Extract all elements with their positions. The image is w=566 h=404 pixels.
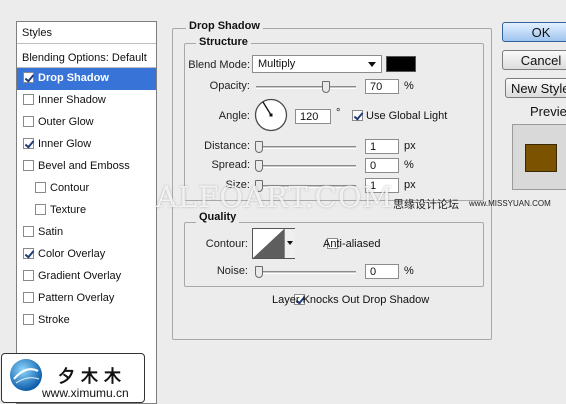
spread-unit: %: [404, 159, 414, 171]
angle-unit: °: [336, 107, 341, 119]
logo-chinese-text: 夕木木: [58, 367, 127, 387]
quality-group: [184, 222, 484, 287]
distance-slider-thumb[interactable]: [255, 141, 263, 153]
style-item-gradient-overlay[interactable]: Gradient Overlay: [17, 266, 156, 288]
style-checkbox[interactable]: [23, 160, 34, 171]
style-item-label: Drop Shadow: [38, 72, 109, 84]
new-style-button[interactable]: New Style...: [505, 78, 566, 98]
spread-slider-thumb[interactable]: [255, 160, 263, 172]
style-item-label: Texture: [50, 204, 87, 216]
style-item-texture[interactable]: Texture: [17, 200, 156, 222]
style-item-outer-glow[interactable]: Outer Glow: [17, 112, 156, 134]
blend-mode-dropdown[interactable]: Multiply: [252, 55, 382, 73]
style-item-label: Stroke: [38, 314, 70, 326]
blend-mode-label: Blend Mode:: [188, 59, 250, 71]
cancel-button[interactable]: Cancel: [502, 50, 566, 70]
noise-unit: %: [404, 265, 414, 277]
style-item-contour[interactable]: Contour: [17, 178, 156, 200]
style-item-inner-glow[interactable]: Inner Glow: [17, 134, 156, 156]
opacity-slider-thumb[interactable]: [322, 81, 330, 93]
angle-dial[interactable]: [254, 98, 288, 132]
styles-list-panel: Styles Blending Options: Default Drop Sh…: [16, 21, 157, 404]
opacity-unit: %: [404, 80, 414, 92]
style-item-satin[interactable]: Satin: [17, 222, 156, 244]
spread-label: Spread:: [211, 159, 250, 171]
use-global-light-label: Use Global Light: [366, 110, 448, 122]
style-item-label: Color Overlay: [38, 248, 106, 260]
layer-knocks-out-label: Layer Knocks Out Drop Shadow: [272, 294, 430, 306]
style-checkbox[interactable]: [23, 314, 34, 325]
style-item-drop-shadow[interactable]: Drop Shadow: [17, 68, 156, 90]
shadow-color-swatch[interactable]: [386, 56, 416, 72]
preview-swatch: [525, 144, 557, 172]
drop-shadow-title: Drop Shadow: [186, 20, 263, 32]
style-item-label: Inner Shadow: [38, 94, 106, 106]
style-checkbox[interactable]: [23, 94, 34, 105]
style-checkbox[interactable]: [23, 270, 34, 281]
style-item-bevel-and-emboss[interactable]: Bevel and Emboss: [17, 156, 156, 178]
alfoart-watermark: ALFOART.COM: [156, 180, 394, 214]
style-checkbox[interactable]: [23, 248, 34, 259]
style-checkbox[interactable]: [23, 138, 34, 149]
contour-dropdown-button[interactable]: [284, 229, 295, 258]
style-item-pattern-overlay[interactable]: Pattern Overlay: [17, 288, 156, 310]
preview-thumbnail: [512, 124, 566, 190]
contour-picker[interactable]: [252, 228, 295, 259]
structure-title: Structure: [196, 36, 251, 48]
style-item-label: Pattern Overlay: [38, 292, 115, 304]
distance-label: Distance:: [204, 140, 250, 152]
missyuan-watermark: www.MISSYUAN.COM: [469, 199, 551, 208]
noise-label: Noise:: [216, 265, 248, 277]
style-item-label: Gradient Overlay: [38, 270, 122, 282]
use-global-light-checkbox[interactable]: [352, 110, 363, 121]
angle-label: Angle:: [218, 110, 250, 122]
style-checkbox[interactable]: [35, 204, 46, 215]
distance-unit: px: [404, 140, 416, 152]
opacity-label: Opacity:: [209, 80, 250, 92]
angle-input[interactable]: 120: [295, 109, 331, 124]
style-item-label: Bevel and Emboss: [38, 160, 130, 172]
chevron-down-icon: [287, 241, 293, 245]
spread-input[interactable]: 0: [365, 158, 399, 173]
contour-preview-icon: [253, 229, 284, 258]
noise-input[interactable]: 0: [365, 264, 399, 279]
logo-url-text: www.ximumu.cn: [42, 386, 129, 400]
style-item-inner-shadow[interactable]: Inner Shadow: [17, 90, 156, 112]
style-checkbox[interactable]: [35, 182, 46, 193]
globe-logo-icon: [10, 359, 42, 391]
distance-slider-track[interactable]: [256, 146, 356, 149]
chevron-down-icon: [368, 62, 376, 67]
style-checkbox[interactable]: [23, 116, 34, 127]
chinese-site-watermark: 思缘设计论坛: [393, 198, 459, 211]
blending-options-item[interactable]: Blending Options: Default: [17, 46, 156, 68]
preview-label: Preview: [530, 104, 566, 119]
angle-dial-icon: [254, 98, 288, 132]
style-item-label: Inner Glow: [38, 138, 92, 150]
opacity-input[interactable]: 70: [365, 79, 399, 94]
contour-label: Contour:: [205, 238, 248, 250]
size-unit: px: [404, 179, 416, 191]
noise-slider-track[interactable]: [256, 271, 356, 274]
style-item-label: Contour: [50, 182, 90, 194]
noise-slider-thumb[interactable]: [255, 266, 263, 278]
styles-header: Styles: [17, 22, 156, 44]
style-checkbox[interactable]: [23, 292, 34, 303]
style-checkbox[interactable]: [23, 226, 34, 237]
anti-aliased-label: Anti-aliased: [323, 238, 381, 250]
spread-slider-track[interactable]: [256, 165, 356, 168]
style-checkbox[interactable]: [23, 72, 34, 83]
style-item-color-overlay[interactable]: Color Overlay: [17, 244, 156, 266]
ok-button[interactable]: OK: [502, 22, 566, 42]
style-item-stroke[interactable]: Stroke: [17, 310, 156, 332]
style-item-label: Outer Glow: [38, 116, 94, 128]
distance-input[interactable]: 1: [365, 139, 399, 154]
blend-mode-value: Multiply: [258, 58, 296, 70]
style-item-label: Satin: [38, 226, 64, 238]
opacity-slider-track[interactable]: [256, 86, 356, 89]
ximumu-logo: 夕木木 www.ximumu.cn: [1, 353, 145, 403]
